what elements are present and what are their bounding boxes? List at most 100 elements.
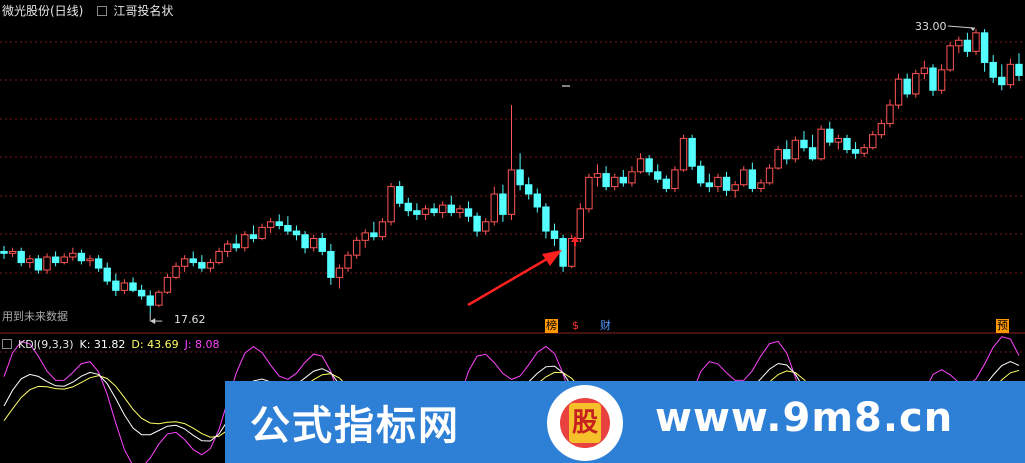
candle-body — [705, 182, 714, 188]
candle-body — [834, 137, 843, 143]
candle-body — [464, 208, 473, 217]
candle-body — [980, 32, 989, 63]
candle-body — [559, 237, 567, 267]
candle-body — [722, 176, 731, 191]
chart-window[interactable]: 微光股份(日线) 江哥投名状 33.00 17.62 用到未来数据 榜 $ 财 预… — [0, 0, 1025, 463]
candle-body — [94, 258, 103, 269]
candle-body — [241, 234, 249, 249]
kdj-k-value: K: 31.82 — [79, 338, 126, 351]
banner-url-text: www.9m8.cn — [655, 395, 954, 441]
site-logo: 股 — [547, 385, 623, 461]
candle-body — [791, 139, 800, 160]
candle-body — [955, 39, 963, 47]
candle-body — [421, 208, 430, 215]
candle-body — [783, 149, 791, 160]
candle-body — [593, 173, 602, 178]
candle-body — [490, 193, 498, 223]
candle-body — [499, 193, 507, 215]
candle-body — [843, 137, 851, 151]
candle-body — [611, 176, 619, 188]
candle-body — [0, 250, 8, 254]
candle-body — [395, 186, 404, 204]
watermark-banner: 公式指标网 股 www.9m8.cn — [225, 381, 1025, 463]
candle-body — [327, 250, 335, 278]
high-price-label: 33.00 — [915, 20, 947, 33]
candle-body — [851, 149, 860, 154]
candle-body — [26, 258, 34, 264]
candle-body — [481, 221, 490, 232]
candle-body — [671, 169, 679, 189]
candle-body — [387, 186, 395, 223]
low-price-label: 17.62 — [174, 313, 206, 326]
candle-body — [215, 250, 223, 264]
candle-body — [542, 206, 550, 232]
stock-title: 微光股份(日线) — [2, 4, 84, 18]
indicator-square-icon — [97, 6, 108, 16]
candle-body — [275, 221, 283, 227]
tag-yu[interactable]: 预 — [996, 319, 1009, 333]
candle-body — [335, 267, 344, 278]
chart-header: 微光股份(日线) 江哥投名状 — [2, 2, 179, 19]
candle-body — [774, 149, 782, 169]
tag-cai[interactable]: 财 — [599, 319, 612, 333]
candle-body — [137, 289, 146, 297]
candle-body — [69, 252, 77, 258]
candle-body — [309, 237, 318, 249]
candle-body — [86, 258, 94, 262]
candle-body — [206, 262, 215, 269]
candle-body — [576, 208, 585, 239]
candle-body — [602, 173, 610, 188]
candle-body — [731, 184, 739, 191]
kdj-d-value: D: 43.69 — [131, 338, 179, 351]
candle-body — [585, 176, 593, 210]
candle-body — [292, 230, 301, 236]
candle-body — [456, 208, 464, 214]
candle-body — [266, 221, 275, 228]
candle-body — [198, 262, 206, 269]
candle-body — [370, 232, 378, 238]
candle-body — [112, 280, 120, 291]
candle-body — [808, 147, 817, 160]
candle-body — [146, 295, 154, 306]
candle-body — [679, 137, 688, 171]
candle-body — [920, 67, 929, 75]
candle-body — [172, 265, 180, 278]
candle-body — [189, 258, 197, 264]
candle-body — [946, 45, 954, 71]
candle-body — [628, 171, 636, 184]
candle-body — [155, 291, 163, 306]
tag-bang[interactable]: 榜 — [545, 319, 558, 333]
candle-body — [636, 158, 645, 173]
candle-body — [748, 169, 757, 189]
candle-body — [258, 226, 266, 239]
candle-body — [129, 282, 137, 291]
candle-body — [929, 67, 937, 91]
candle-body — [645, 158, 653, 173]
tag-money[interactable]: $ — [571, 319, 580, 333]
candle-body — [826, 128, 834, 143]
candle-body — [473, 215, 481, 232]
candle-body — [869, 134, 877, 149]
candle-body — [120, 282, 129, 291]
candle-body — [963, 39, 972, 52]
candle-body — [757, 182, 765, 189]
kdj-j-value: J: 8.08 — [184, 338, 220, 351]
candle-body — [284, 225, 292, 232]
candle-body — [163, 276, 172, 293]
candle-body — [800, 139, 808, 149]
candle-body — [413, 210, 421, 215]
candle-body — [550, 230, 559, 239]
candle-body — [77, 252, 86, 262]
low-marker-arrowhead — [150, 318, 156, 325]
candle-body — [430, 208, 438, 214]
candle-body — [43, 256, 51, 271]
candle-body — [912, 73, 920, 95]
candle-body — [817, 128, 825, 160]
candle-body — [894, 78, 903, 106]
candle-body — [662, 178, 671, 189]
candle-body — [361, 232, 369, 241]
candle-body — [1006, 63, 1015, 86]
candle-body — [877, 123, 886, 136]
candle-body — [17, 250, 25, 264]
kdj-name: KDJ(9,3,3) — [18, 338, 74, 351]
